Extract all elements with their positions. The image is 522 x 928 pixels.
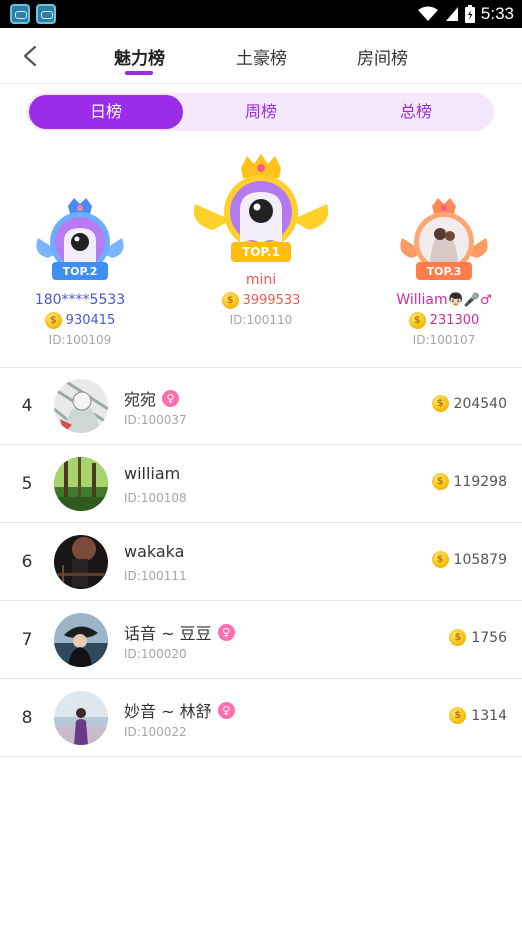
user-id: ID:100020 [124,647,187,661]
row-name-line: 话音 ~ 豆豆 [124,620,235,644]
app-notification-icon [10,4,30,24]
period-daily[interactable]: 日榜 [41,93,171,131]
ranking-row[interactable]: 8 妙音 ~ 林舒 ID:100022 1314 [0,680,522,757]
ranking-row[interactable]: 6 wakaka ID:100111 105879 [0,524,522,601]
back-arrow-icon [23,45,37,67]
avatar [54,535,108,589]
top3-avatar-badge: TOP.3 [400,198,488,280]
ranking-header: 魅力榜 土豪榜 房间榜 [0,28,522,84]
top2-badge-label: TOP.2 [63,265,98,278]
rank-number: 5 [21,474,33,494]
podium-second-coin-value: 930415 [65,313,116,328]
coin-icon [449,707,467,724]
tab-room-ranking[interactable]: 房间榜 [357,44,408,69]
top3-badge-label: TOP.3 [427,265,462,278]
coin-icon [431,395,449,412]
coin-value: 1756 [471,629,507,646]
podium-third-coin-value: 231300 [429,313,480,328]
tab-charm-ranking[interactable]: 魅力榜 [114,44,165,69]
row-coins: 1756 [449,629,507,646]
podium-third[interactable]: TOP.3 William👦🏻🎤♂ 231300 ID:100107 [382,196,506,347]
status-time: 5:33 [480,4,514,23]
status-bar: 5:33 [0,0,522,28]
top2-avatar-badge: TOP.2 [36,198,124,280]
user-name: 话音 ~ 豆豆 [124,624,212,643]
podium-first[interactable]: TOP.1 mini 3999533 ID:100110 [190,154,332,327]
podium-first-id: ID:100110 [229,313,293,327]
coin-icon [431,473,449,490]
coin-icon [408,312,426,329]
period-selector: 日榜 周榜 总榜 [26,93,494,131]
row-name-line: 宛宛 [124,386,180,410]
podium-third-id: ID:100107 [412,333,476,347]
female-gender-icon [217,623,235,641]
user-name: 宛宛 [124,390,157,409]
podium-second-name: 180****5533 [34,292,126,308]
battery-icon [464,5,475,23]
female-gender-icon [162,389,180,407]
podium-third-name: William [396,292,448,308]
avatar [54,613,108,667]
podium-third-coins: 231300 [382,312,506,329]
user-id: ID:100108 [124,491,187,505]
user-name: william [124,464,181,483]
rank-number: 6 [21,552,33,572]
coin-value: 204540 [453,395,507,412]
period-total[interactable]: 总榜 [351,93,481,131]
top1-badge-label: TOP.1 [242,245,280,259]
podium-first-coins: 3999533 [190,292,332,309]
podium-first-coin-value: 3999533 [242,293,301,308]
top1-avatar-badge: TOP.1 [193,154,329,262]
ranking-row[interactable]: 4 宛宛 ID:100037 204540 [0,368,522,445]
user-name: 妙音 ~ 林舒 [124,702,212,721]
user-name: wakaka [124,542,185,561]
user-id: ID:100037 [124,413,187,427]
rank-number: 8 [21,708,33,728]
row-name-line: wakaka [124,542,184,561]
wifi-icon [417,6,438,21]
rank-number: 7 [21,630,33,650]
ranking-row[interactable]: 7 话音 ~ 豆豆 ID:100020 1756 [0,602,522,679]
avatar [54,457,108,511]
avatar [54,379,108,433]
coin-value: 1314 [471,707,507,724]
podium-second-id: ID:100109 [48,333,112,347]
tab-wealth-ranking[interactable]: 土豪榜 [236,44,287,69]
podium-first-name: mini [245,272,277,288]
user-id: ID:100022 [124,725,187,739]
row-coins: 105879 [431,551,507,568]
female-gender-icon [217,701,235,719]
podium-third-name-emoji: 👦🏻🎤♂ [447,293,492,308]
ranking-row[interactable]: 5 william ID:100108 119298 [0,446,522,523]
row-name-line: william [124,464,180,483]
period-weekly[interactable]: 周榜 [196,93,326,131]
coin-icon [44,312,62,329]
row-coins: 119298 [431,473,507,490]
coin-icon [431,551,449,568]
coin-icon [449,629,467,646]
active-tab-indicator [125,71,153,75]
app-notification-icon [36,4,56,24]
user-id: ID:100111 [124,569,187,583]
coin-value: 119298 [453,473,507,490]
podium-third-name-row: William👦🏻🎤♂ [382,292,506,308]
avatar [54,691,108,745]
row-name-line: 妙音 ~ 林舒 [124,698,235,722]
row-coins: 204540 [431,395,507,412]
signal-icon [445,7,458,21]
podium-second-coins: 930415 [22,312,138,329]
row-coins: 1314 [449,707,507,724]
back-button[interactable] [14,40,48,72]
rank-number: 4 [21,396,33,416]
coin-value: 105879 [453,551,507,568]
podium-second[interactable]: TOP.2 180****5533 930415 ID:100109 [22,196,138,347]
coin-icon [221,292,239,309]
